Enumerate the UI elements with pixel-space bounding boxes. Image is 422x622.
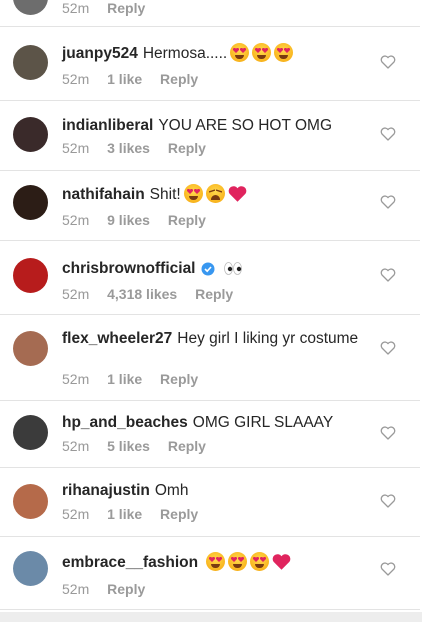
comment-row: chrisbrownofficial 52m 4,318 likes Reply <box>0 241 420 315</box>
red-heart-emoji <box>272 554 291 570</box>
comment-text: rihanajustin Omh <box>62 480 366 501</box>
comment-body: Shit! <box>149 186 181 203</box>
comment-body: YOU ARE SO HOT OMG <box>158 117 332 134</box>
reply-button[interactable]: Reply <box>107 0 145 16</box>
username-link[interactable]: embrace__fashion <box>62 554 198 571</box>
verified-badge-icon <box>201 262 214 276</box>
heart-outline-icon[interactable] <box>380 55 396 69</box>
comment-meta: 52m 1 like Reply <box>62 506 212 522</box>
heart-eyes-emoji <box>230 43 250 62</box>
bottom-edge <box>0 612 422 622</box>
likes-count[interactable]: 1 like <box>107 71 142 87</box>
comment-meta: 52m 1 like Reply <box>62 371 212 387</box>
comment-time: 52m <box>62 0 90 16</box>
avatar[interactable] <box>13 0 48 15</box>
heart-eyes-emoji <box>206 552 226 571</box>
heart-outline-icon[interactable] <box>380 494 396 508</box>
heart-outline-icon[interactable] <box>380 195 396 209</box>
comment-meta: 52m 3 likes Reply <box>62 140 220 156</box>
eyes-emoji <box>223 262 242 275</box>
red-heart-emoji <box>228 186 246 202</box>
avatar[interactable] <box>13 551 48 586</box>
comment-text: flex_wheeler27 Hey girl I liking yr costu… <box>62 328 366 349</box>
comment-row: 52m Reply <box>0 0 420 27</box>
heart-outline-icon[interactable] <box>380 127 396 141</box>
reply-button[interactable]: Reply <box>107 581 145 597</box>
comment-body: Hey girl I liking yr costume <box>177 330 359 347</box>
likes-count[interactable]: 1 like <box>107 371 142 387</box>
likes-count[interactable]: 1 like <box>107 506 142 522</box>
reply-button[interactable]: Reply <box>168 212 206 228</box>
comment-row: hp_and_beaches OMG GIRL SLAAAY 52m 5 like… <box>0 401 420 468</box>
comment-row: flex_wheeler27 Hey girl I liking yr costu… <box>0 315 420 401</box>
comment-text: nathifahain Shit! <box>62 184 366 205</box>
comment-meta: 52m 4,318 likes Reply <box>62 286 247 302</box>
comment-body: OMG GIRL SLAAAY <box>192 414 334 431</box>
heart-eyes-emoji <box>250 552 270 571</box>
comment-text: indianliberal YOU ARE SO HOT OMG <box>62 115 366 136</box>
comment-time: 52m <box>62 212 90 228</box>
likes-count[interactable]: 9 likes <box>107 212 150 228</box>
comment-meta: 52m Reply <box>62 0 159 16</box>
reply-button[interactable]: Reply <box>160 371 198 387</box>
reply-button[interactable]: Reply <box>160 71 198 87</box>
comment-time: 52m <box>62 506 90 522</box>
username-link[interactable]: indianliberal <box>62 117 153 134</box>
comment-text: juanpy524 Hermosa..... <box>62 43 366 64</box>
likes-count[interactable]: 3 likes <box>107 140 150 156</box>
reply-button[interactable]: Reply <box>168 438 206 454</box>
comment-text: embrace__fashion <box>62 552 366 573</box>
likes-count[interactable]: 4,318 likes <box>107 286 177 302</box>
weary-face-emoji <box>205 184 225 203</box>
comment-time: 52m <box>62 140 90 156</box>
likes-count[interactable]: 5 likes <box>107 438 150 454</box>
avatar[interactable] <box>13 45 48 80</box>
comment-row: nathifahain Shit! 52m 9 likes Reply <box>0 171 420 241</box>
username-link[interactable]: juanpy524 <box>62 45 138 62</box>
comment-meta: 52m Reply <box>62 581 159 597</box>
reply-button[interactable]: Reply <box>160 506 198 522</box>
comment-meta: 52m 9 likes Reply <box>62 212 220 228</box>
reply-button[interactable]: Reply <box>168 140 206 156</box>
comment-row: rihanajustin Omh 52m 1 like Reply <box>0 468 420 537</box>
comment-row: juanpy524 Hermosa..... 52m 1 like Reply <box>0 27 420 101</box>
heart-eyes-emoji <box>228 552 248 571</box>
avatar[interactable] <box>13 117 48 152</box>
comment-row: embrace__fashion 52m Reply <box>0 537 420 610</box>
avatar[interactable] <box>13 258 48 293</box>
heart-outline-icon[interactable] <box>380 426 396 440</box>
comment-body: Hermosa..... <box>142 45 228 62</box>
comment-time: 52m <box>62 581 90 597</box>
reply-button[interactable]: Reply <box>195 286 233 302</box>
comment-row: indianliberal YOU ARE SO HOT OMG 52m 3 li… <box>0 101 420 171</box>
username-link[interactable]: rihanajustin <box>62 482 150 499</box>
comment-text: chrisbrownofficial <box>62 258 366 279</box>
heart-outline-icon[interactable] <box>380 268 396 282</box>
comment-meta: 52m 5 likes Reply <box>62 438 220 454</box>
avatar[interactable] <box>13 484 48 519</box>
comment-time: 52m <box>62 371 90 387</box>
heart-eyes-emoji <box>183 184 203 203</box>
avatar[interactable] <box>13 415 48 450</box>
comment-text: hp_and_beaches OMG GIRL SLAAAY <box>62 412 366 433</box>
heart-outline-icon[interactable] <box>380 562 396 576</box>
comment-meta: 52m 1 like Reply <box>62 71 212 87</box>
comment-time: 52m <box>62 438 90 454</box>
username-link[interactable]: nathifahain <box>62 186 145 203</box>
username-link[interactable]: flex_wheeler27 <box>62 330 172 347</box>
heart-eyes-emoji <box>252 43 272 62</box>
username-link[interactable]: hp_and_beaches <box>62 414 188 431</box>
username-link[interactable]: chrisbrownofficial <box>62 260 196 277</box>
heart-eyes-emoji <box>274 43 294 62</box>
comment-time: 52m <box>62 71 90 87</box>
avatar[interactable] <box>13 185 48 220</box>
heart-outline-icon[interactable] <box>380 341 396 355</box>
avatar[interactable] <box>13 331 48 366</box>
comment-body: Omh <box>154 482 189 499</box>
comment-time: 52m <box>62 286 90 302</box>
